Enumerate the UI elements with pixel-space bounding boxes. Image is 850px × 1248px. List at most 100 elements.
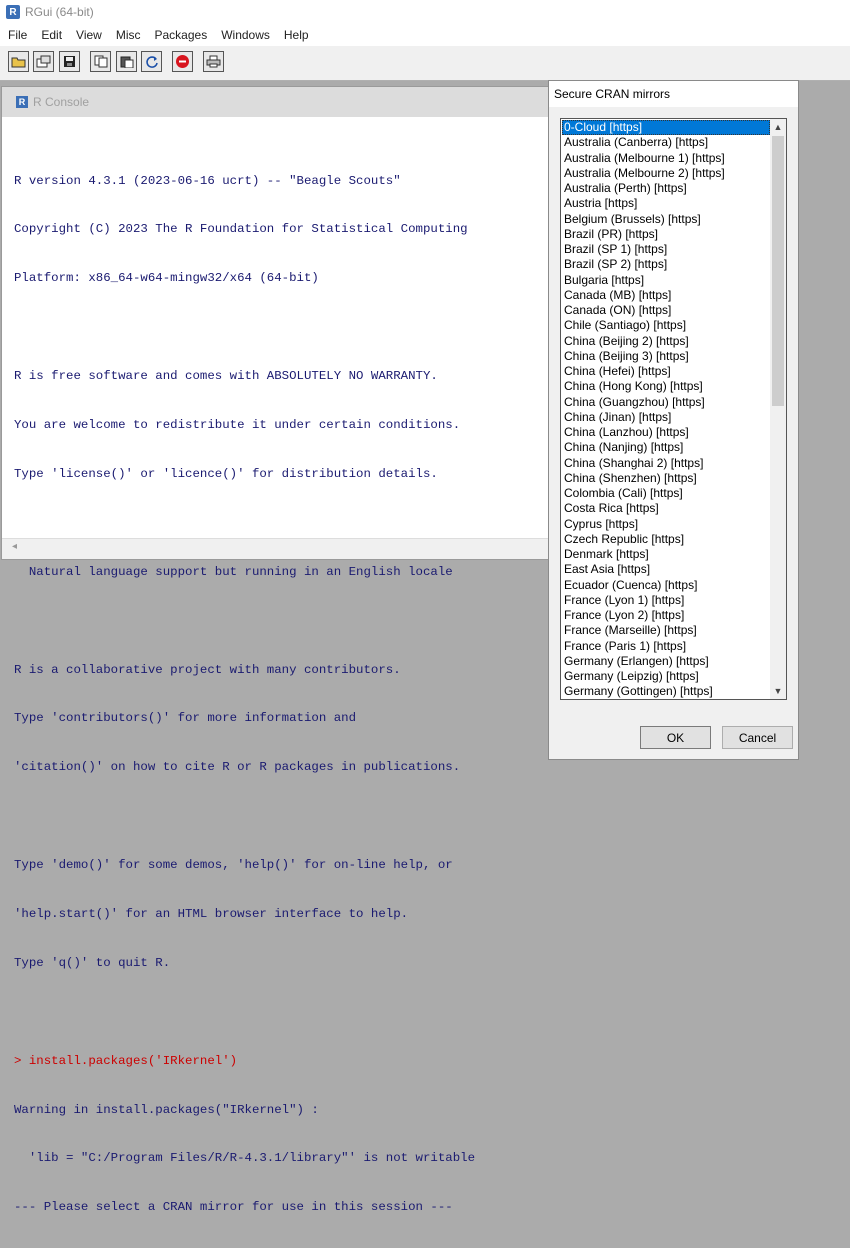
mirror-list-item[interactable]: Cyprus [https] <box>562 517 770 532</box>
mirror-listbox[interactable]: 0-Cloud [https] Australia (Canberra) [htt… <box>560 118 787 700</box>
mirror-list: 0-Cloud [https] Australia (Canberra) [htt… <box>562 120 770 699</box>
menu-view[interactable]: View <box>69 28 109 42</box>
mirror-list-item[interactable]: China (Hong Kong) [https] <box>562 379 770 394</box>
mirror-list-item[interactable]: China (Nanjing) [https] <box>562 440 770 455</box>
mirror-list-item[interactable]: Canada (ON) [https] <box>562 303 770 318</box>
listbox-scrollbar[interactable]: ▲ ▼ <box>770 119 786 699</box>
mirror-list-item[interactable]: Canada (MB) [https] <box>562 288 770 303</box>
copy-icon <box>94 55 107 68</box>
console-title: R Console <box>33 95 90 109</box>
console-output-line: Warning in install.packages("IRkernel") … <box>14 1102 319 1117</box>
mirror-list-item[interactable]: Colombia (Cali) [https] <box>562 486 770 501</box>
scrollbar-thumb[interactable] <box>772 136 784 406</box>
mirror-list-item[interactable]: Belgium (Brussels) [https] <box>562 212 770 227</box>
console-line: You are welcome to redistribute it under… <box>14 418 461 433</box>
mirror-list-item[interactable]: Brazil (SP 2) [https] <box>562 257 770 272</box>
mirror-list-item[interactable]: China (Guangzhou) [https] <box>562 395 770 410</box>
save-workspace-button[interactable] <box>59 51 80 72</box>
console-line: 'citation()' on how to cite R or R packa… <box>14 760 461 775</box>
stop-icon <box>176 55 189 68</box>
menu-packages[interactable]: Packages <box>148 28 215 42</box>
paste-button[interactable] <box>116 51 137 72</box>
open-script-button[interactable] <box>8 51 29 72</box>
open-script-icon <box>11 57 26 68</box>
mirror-list-item[interactable]: China (Jinan) [https] <box>562 410 770 425</box>
mirror-list-item[interactable]: East Asia [https] <box>562 562 770 577</box>
dialog-title: Secure CRAN mirrors <box>554 87 671 101</box>
console-line: Type 'license()' or 'licence()' for dist… <box>14 466 438 481</box>
toolbar <box>0 46 850 81</box>
console-line: R is free software and comes with ABSOLU… <box>14 369 438 384</box>
copy-button[interactable] <box>90 51 111 72</box>
mirror-list-item[interactable]: Austria [https] <box>562 196 770 211</box>
scroll-up-icon[interactable]: ▲ <box>770 119 786 135</box>
scroll-left-arrow-icon[interactable]: ◂ <box>12 541 17 552</box>
console-line: Copyright (C) 2023 The R Foundation for … <box>14 222 468 237</box>
load-workspace-button[interactable] <box>33 51 54 72</box>
print-icon <box>206 55 221 68</box>
mirror-list-item[interactable]: Australia (Perth) [https] <box>562 181 770 196</box>
window-title: RGui (64-bit) <box>25 5 94 19</box>
stop-button[interactable] <box>172 51 193 72</box>
save-workspace-icon <box>64 56 75 67</box>
mirror-list-item[interactable]: Brazil (PR) [https] <box>562 227 770 242</box>
console-line: R is a collaborative project with many c… <box>14 662 401 677</box>
cancel-button[interactable]: Cancel <box>722 726 793 749</box>
r-console-window[interactable]: R R Console R version 4.3.1 (2023-06-16 … <box>1 86 551 1214</box>
mirror-list-item[interactable]: France (Lyon 1) [https] <box>562 593 770 608</box>
menu-windows[interactable]: Windows <box>214 28 277 42</box>
print-button[interactable] <box>203 51 224 72</box>
mirror-list-item[interactable]: France (Marseille) [https] <box>562 623 770 638</box>
title-bar: R RGui (64-bit) <box>0 0 850 24</box>
console-output-line: --- Please select a CRAN mirror for use … <box>14 1200 453 1215</box>
console-output[interactable]: R version 4.3.1 (2023-06-16 ucrt) -- "Be… <box>14 140 550 1248</box>
mirror-list-item[interactable]: Germany (Erlangen) [https] <box>562 654 770 669</box>
mirror-list-item[interactable]: Germany (Gottingen) [https] <box>562 684 770 699</box>
mirror-list-item[interactable]: Denmark [https] <box>562 547 770 562</box>
mirror-list-item[interactable]: China (Beijing 2) [https] <box>562 334 770 349</box>
mirror-list-item[interactable]: China (Shanghai 2) [https] <box>562 456 770 471</box>
console-title-bar: R R Console <box>2 87 550 117</box>
mirror-list-item[interactable]: Germany (Leipzig) [https] <box>562 669 770 684</box>
console-command-line: > install.packages('IRkernel') <box>14 1053 550 1069</box>
mirror-list-item[interactable]: Australia (Melbourne 2) [https] <box>562 166 770 181</box>
scroll-down-icon[interactable]: ▼ <box>770 683 786 699</box>
mirror-list-item[interactable]: Czech Republic [https] <box>562 532 770 547</box>
dialog-title-bar: Secure CRAN mirrors <box>549 81 798 107</box>
mirror-list-item[interactable]: Ecuador (Cuenca) [https] <box>562 578 770 593</box>
mirror-list-item[interactable]: Australia (Melbourne 1) [https] <box>562 151 770 166</box>
menu-help[interactable]: Help <box>277 28 316 42</box>
mirror-list-item[interactable]: France (Lyon 2) [https] <box>562 608 770 623</box>
console-line: R version 4.3.1 (2023-06-16 ucrt) -- "Be… <box>14 173 401 188</box>
r-logo-icon: R <box>6 5 20 19</box>
mirror-list-item[interactable]: Brazil (SP 1) [https] <box>562 242 770 257</box>
menu-edit[interactable]: Edit <box>34 28 69 42</box>
refresh-button[interactable] <box>141 51 162 72</box>
console-scrollbar[interactable]: ◂ <box>2 538 550 559</box>
console-line: Platform: x86_64-w64-mingw32/x64 (64-bit… <box>14 271 319 286</box>
mirror-list-item[interactable]: China (Shenzhen) [https] <box>562 471 770 486</box>
mirror-list-item[interactable]: France (Paris 1) [https] <box>562 639 770 654</box>
mirror-list-item[interactable]: Costa Rica [https] <box>562 501 770 516</box>
mirror-list-item[interactable]: China (Hefei) [https] <box>562 364 770 379</box>
console-prompt: > <box>14 1053 29 1068</box>
mirror-list-item[interactable]: Chile (Santiago) [https] <box>562 318 770 333</box>
mirror-list-item[interactable]: 0-Cloud [https] <box>562 120 770 136</box>
mirror-list-item[interactable]: Bulgaria [https] <box>562 273 770 288</box>
mirror-list-item[interactable]: China (Lanzhou) [https] <box>562 425 770 440</box>
mirror-list-item[interactable]: Australia (Canberra) [https] <box>562 135 770 150</box>
ok-button[interactable]: OK <box>640 726 711 749</box>
mirror-list-item[interactable]: China (Beijing 3) [https] <box>562 349 770 364</box>
console-command: install.packages('IRkernel') <box>28 1053 238 1068</box>
console-line: 'help.start()' for an HTML browser inter… <box>14 906 409 921</box>
console-line: Type 'contributors()' for more informati… <box>14 711 357 726</box>
cran-mirror-dialog: Secure CRAN mirrors 0-Cloud [https] Austr… <box>548 80 799 760</box>
console-line: Type 'demo()' for some demos, 'help()' f… <box>14 858 453 873</box>
refresh-icon <box>145 55 158 68</box>
menu-file[interactable]: File <box>0 28 34 42</box>
menu-misc[interactable]: Misc <box>109 28 148 42</box>
